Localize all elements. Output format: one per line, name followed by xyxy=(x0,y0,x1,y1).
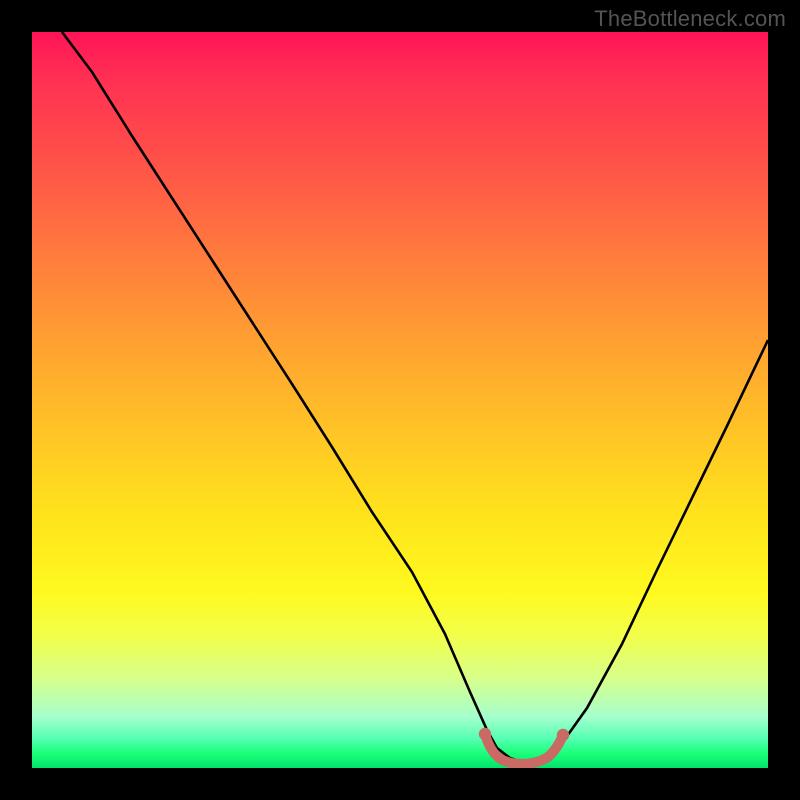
curve-layer-svg xyxy=(32,32,768,768)
optimal-zone-dot-left xyxy=(479,728,491,740)
watermark-text: TheBottleneck.com xyxy=(594,6,786,32)
bottleneck-curve xyxy=(62,32,768,762)
optimal-zone-marker xyxy=(485,734,563,764)
plot-area xyxy=(32,32,768,768)
chart-frame: TheBottleneck.com xyxy=(0,0,800,800)
optimal-zone-dot-right xyxy=(557,729,569,741)
